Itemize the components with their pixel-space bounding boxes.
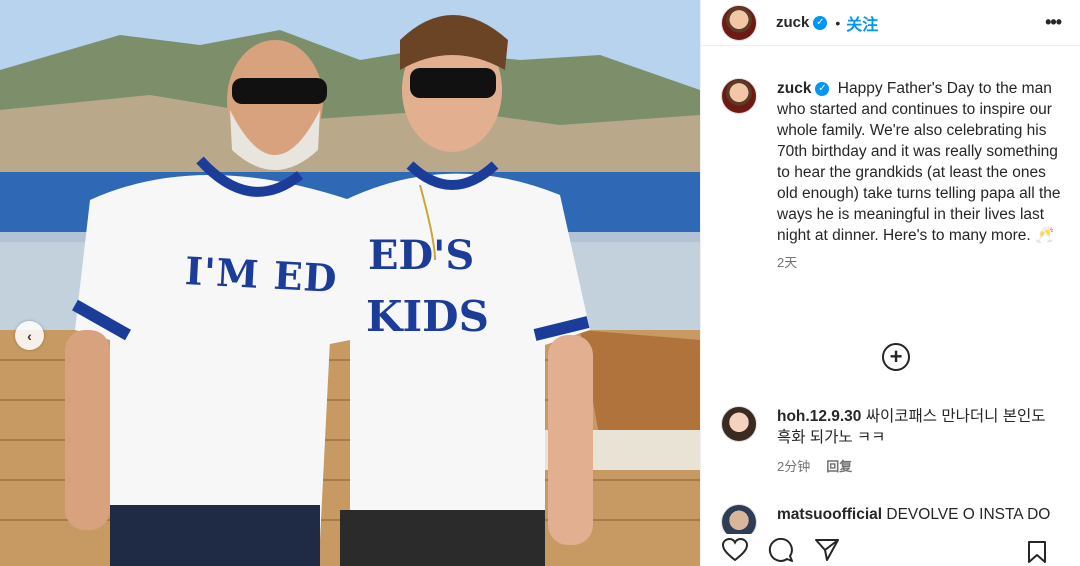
comment-username[interactable]: matsuoofficial [777,506,882,523]
comment-meta: 2分钟 回复 [777,456,1062,475]
carousel-prev-button[interactable]: ‹ [15,321,44,350]
post-side-panel: zuck ✓ • 关注 ••• zuck ✓ Happy Father's Day… [700,0,1080,566]
comment-avatar[interactable] [721,406,757,442]
bookmark-icon [1028,541,1046,563]
chevron-left-icon: ‹ [27,327,32,344]
share-icon [815,539,839,561]
heart-icon [722,538,748,562]
shirt-print-left: I'M ED [183,248,339,301]
comment-username[interactable]: hoh.12.9.30 [777,408,861,425]
save-button[interactable] [1023,538,1051,566]
post-header: zuck ✓ • 关注 ••• [701,0,1080,46]
caption-time: 2天 [777,255,798,270]
comment-time: 2分钟 [777,459,811,474]
caption-avatar[interactable] [721,78,757,114]
caption-text-block: zuck ✓ Happy Father's Day to the man who … [777,78,1062,246]
reply-button[interactable]: 回复 [826,456,852,475]
caption-text: Happy Father's Day to the man who starte… [777,80,1061,244]
caption-body: zuck ✓ Happy Father's Day to the man who … [777,78,1062,271]
post-modal: I'M ED ED'S KIDS ‹ zuck ✓ • 关注 ••• zuck ✓… [0,0,1080,566]
comment-text-block: matsuoofficial DEVOLVE O INSTA DO [777,504,1062,525]
caption: zuck ✓ Happy Father's Day to the man who … [721,78,1071,271]
post-username[interactable]: zuck [776,14,809,31]
photo-illustration [0,0,700,566]
comment-text-block: hoh.12.9.30 싸이코패스 만나더니 본인도 흑화 되가노 ㅋㅋ [777,406,1062,448]
avatar[interactable] [721,4,757,41]
like-button[interactable] [721,536,749,564]
separator-dot: • [835,14,841,31]
caption-username[interactable]: zuck [777,80,811,97]
comment-icon [768,537,793,562]
more-icon[interactable]: ••• [1045,12,1062,33]
comment-item: hoh.12.9.30 싸이코패스 만나더니 본인도 흑화 되가노 ㅋㅋ 2分钟… [721,406,1071,475]
comment-body: hoh.12.9.30 싸이코패스 만나더니 본인도 흑화 되가노 ㅋㅋ 2分钟… [777,406,1062,475]
share-button[interactable] [813,536,841,564]
verified-badge-icon: ✓ [815,81,830,96]
shirt-print-right-line2: KIDS [366,292,489,341]
shirt-print-right-line1: ED'S [368,232,475,279]
add-comment-icon[interactable]: + [882,343,910,371]
post-photo[interactable]: I'M ED ED'S KIDS ‹ [0,0,700,566]
action-bar [701,534,1080,566]
comment-text: DEVOLVE O INSTA DO [886,506,1051,523]
verified-badge-icon: ✓ [813,15,828,30]
comment-button[interactable] [767,536,795,564]
follow-button[interactable]: 关注 [846,11,878,35]
